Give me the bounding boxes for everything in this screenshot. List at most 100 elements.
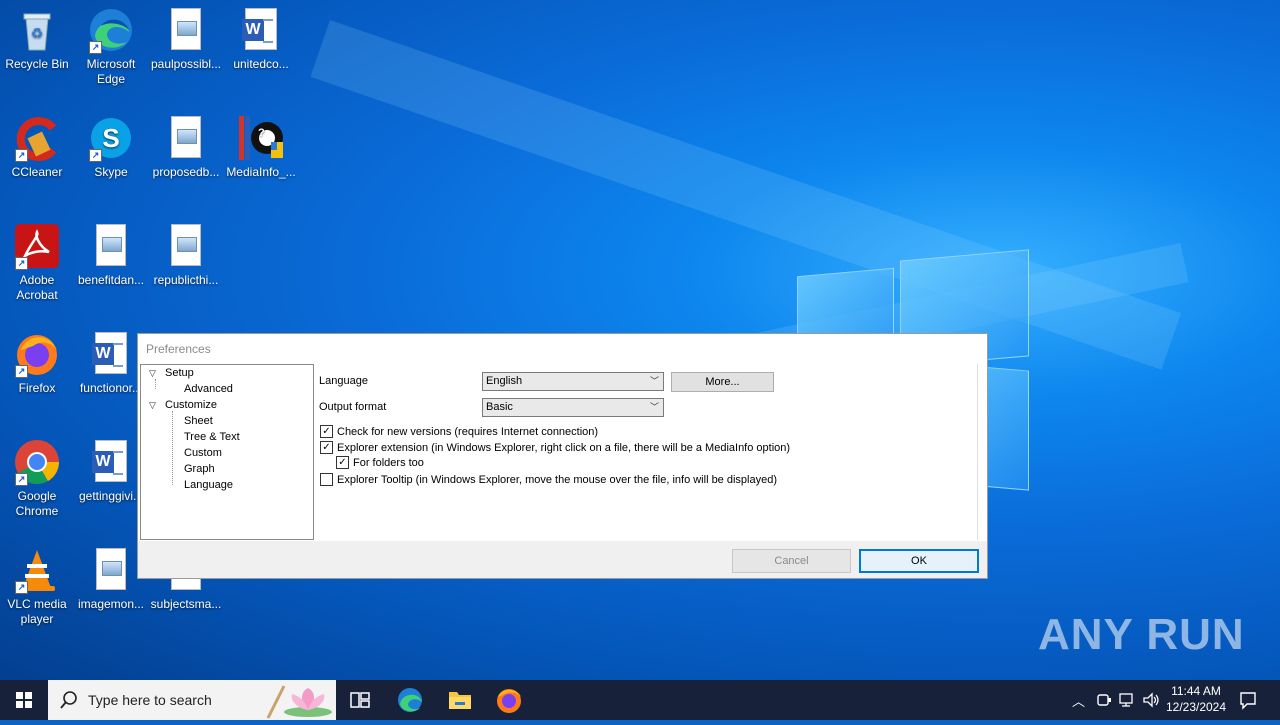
chevron-down-icon: ﹀ [649,402,659,412]
svg-text:♻: ♻ [31,25,44,41]
word-doc-icon: W [237,6,285,54]
icon-label: republicthi... [153,273,219,287]
desktop-icon-microsoft-edge[interactable]: ↗ Microsoft Edge [74,6,148,87]
tree-line [155,379,156,389]
show-hidden-icons-chevron-icon[interactable]: ︿ [1072,691,1085,710]
lotus-flower-icon [266,685,332,719]
svg-text:?: ? [258,127,265,139]
language-select[interactable]: English ﹀ [482,372,664,391]
for-folders-checkbox[interactable]: ✓ For folders too [336,456,424,469]
cancel-button[interactable]: Cancel [732,549,851,573]
checkbox-label: Check for new versions (requires Interne… [337,425,599,438]
image-file-icon [162,6,210,54]
desktop-icon-adobe-acrobat[interactable]: ↗ Adobe Acrobat [0,222,74,303]
icon-label: Adobe Acrobat [16,273,58,302]
icon-label: gettinggivi... [78,489,144,503]
output-format-select[interactable]: Basic ﹀ [482,398,664,417]
tree-item-advanced[interactable]: Advanced [184,383,233,395]
taskbar: Type here to search ︿ 11:44 AM 12/23/202… [0,680,1280,720]
preferences-window: Preferences ▽ Setup Advanced ▽ Customize… [137,333,988,579]
clock-date: 12/23/2024 [1165,700,1227,714]
preferences-tree: ▽ Setup Advanced ▽ Customize Sheet Tree … [140,364,314,540]
checkbox-label: Explorer extension (in Windows Explorer,… [337,441,791,454]
ccleaner-icon: ↗ [13,114,61,162]
ok-button[interactable]: OK [859,549,979,573]
mediainfo-installer-icon: ? [237,114,285,162]
desktop-icon-benefitdan[interactable]: benefitdan... [74,222,148,288]
desktop: ♻ Recycle Bin ↗ Adobe Acrobat ↗ CCleaner… [0,0,1280,680]
image-file-icon [162,222,210,270]
edge-icon: ↗ [87,6,135,54]
language-label: Language [319,375,368,387]
task-view-button[interactable] [340,680,380,720]
desktop-icon-recycle-bin[interactable]: ♻ Recycle Bin [0,6,74,72]
icon-label: Recycle Bin [5,57,69,71]
firefox-icon: ↗ [13,330,61,378]
tree-item-custom[interactable]: Custom [184,447,222,459]
window-title: Preferences [146,342,211,356]
taskbar-file-explorer-button[interactable] [440,680,480,720]
icon-label: proposedb... [152,165,220,179]
checkbox-label: For folders too [353,456,424,469]
volume-icon[interactable] [1142,692,1160,708]
taskbar-edge-button[interactable] [390,680,430,720]
search-icon [60,691,77,709]
icon-label: benefitdan... [77,273,145,287]
notifications-icon[interactable] [1238,690,1258,710]
search-placeholder: Type here to search [88,692,212,708]
svg-text:S: S [102,123,119,153]
file-explorer-icon [449,692,471,709]
more-button[interactable]: More... [671,372,774,392]
task-view-icon [350,692,370,708]
icon-label: functionor... [79,381,143,395]
meet-now-icon[interactable] [1096,692,1112,708]
start-button[interactable] [0,680,48,720]
desktop-icon-paulpossibl[interactable]: paulpossibl... [149,6,223,72]
checkbox-label: Explorer Tooltip (in Windows Explorer, m… [337,473,777,486]
vlc-icon: ↗ [13,546,61,594]
check-versions-checkbox[interactable]: ✓ Check for new versions (requires Inter… [320,425,598,438]
output-format-label: Output format [319,401,387,413]
tree-item-customize[interactable]: Customize [165,399,217,411]
tree-item-setup[interactable]: Setup [165,367,194,379]
clock[interactable]: 11:44 AM 12/23/2024 [1162,683,1230,715]
tree-item-tree-text[interactable]: Tree & Text [184,431,240,443]
clock-time: 11:44 AM [1171,684,1221,698]
tree-item-graph[interactable]: Graph [184,463,215,475]
desktop-icon-republicthi[interactable]: republicthi... [149,222,223,288]
desktop-icon-vlc[interactable]: ↗ VLC media player [0,546,74,627]
windows-start-icon [16,692,32,708]
skype-icon: S ↗ [87,114,135,162]
tree-item-sheet[interactable]: Sheet [184,415,213,427]
desktop-icon-mediainfo[interactable]: ? MediaInfo_... [224,114,298,180]
icon-label: paulpossibl... [150,57,222,71]
taskbar-firefox-button[interactable] [489,680,529,720]
collapse-toggle-icon[interactable]: ▽ [149,400,156,411]
desktop-icon-google-chrome[interactable]: ↗ Google Chrome [0,438,74,519]
icon-label: Google Chrome [15,489,59,518]
icon-label: subjectsma... [150,597,222,611]
desktop-icon-skype[interactable]: S ↗ Skype [74,114,148,180]
dialog-button-bar: Cancel OK [138,541,987,578]
language-value: English [486,375,523,387]
tree-item-language[interactable]: Language [184,479,233,491]
icon-label: Microsoft Edge [86,57,136,86]
taskbar-search-box[interactable]: Type here to search [48,680,336,720]
icon-label: imagemon... [77,597,145,611]
icon-label: Firefox [18,381,56,395]
icon-label: unitedco... [233,57,289,71]
word-doc-icon: W [87,330,135,378]
desktop-icon-ccleaner[interactable]: ↗ CCleaner [0,114,74,180]
desktop-icon-firefox[interactable]: ↗ Firefox [0,330,74,396]
collapse-toggle-icon[interactable]: ▽ [149,368,156,379]
desktop-icon-proposedb[interactable]: proposedb... [149,114,223,180]
explorer-extension-checkbox[interactable]: ✓ Explorer extension (in Windows Explore… [320,441,790,454]
explorer-tooltip-checkbox[interactable]: Explorer Tooltip (in Windows Explorer, m… [320,473,777,486]
image-file-icon [87,546,135,594]
icon-label: VLC media player [7,597,67,626]
output-format-value: Basic [486,401,513,413]
network-icon[interactable] [1118,692,1136,708]
desktop-icon-unitedco[interactable]: W unitedco... [224,6,298,72]
image-file-icon [87,222,135,270]
tree-line [172,411,173,485]
